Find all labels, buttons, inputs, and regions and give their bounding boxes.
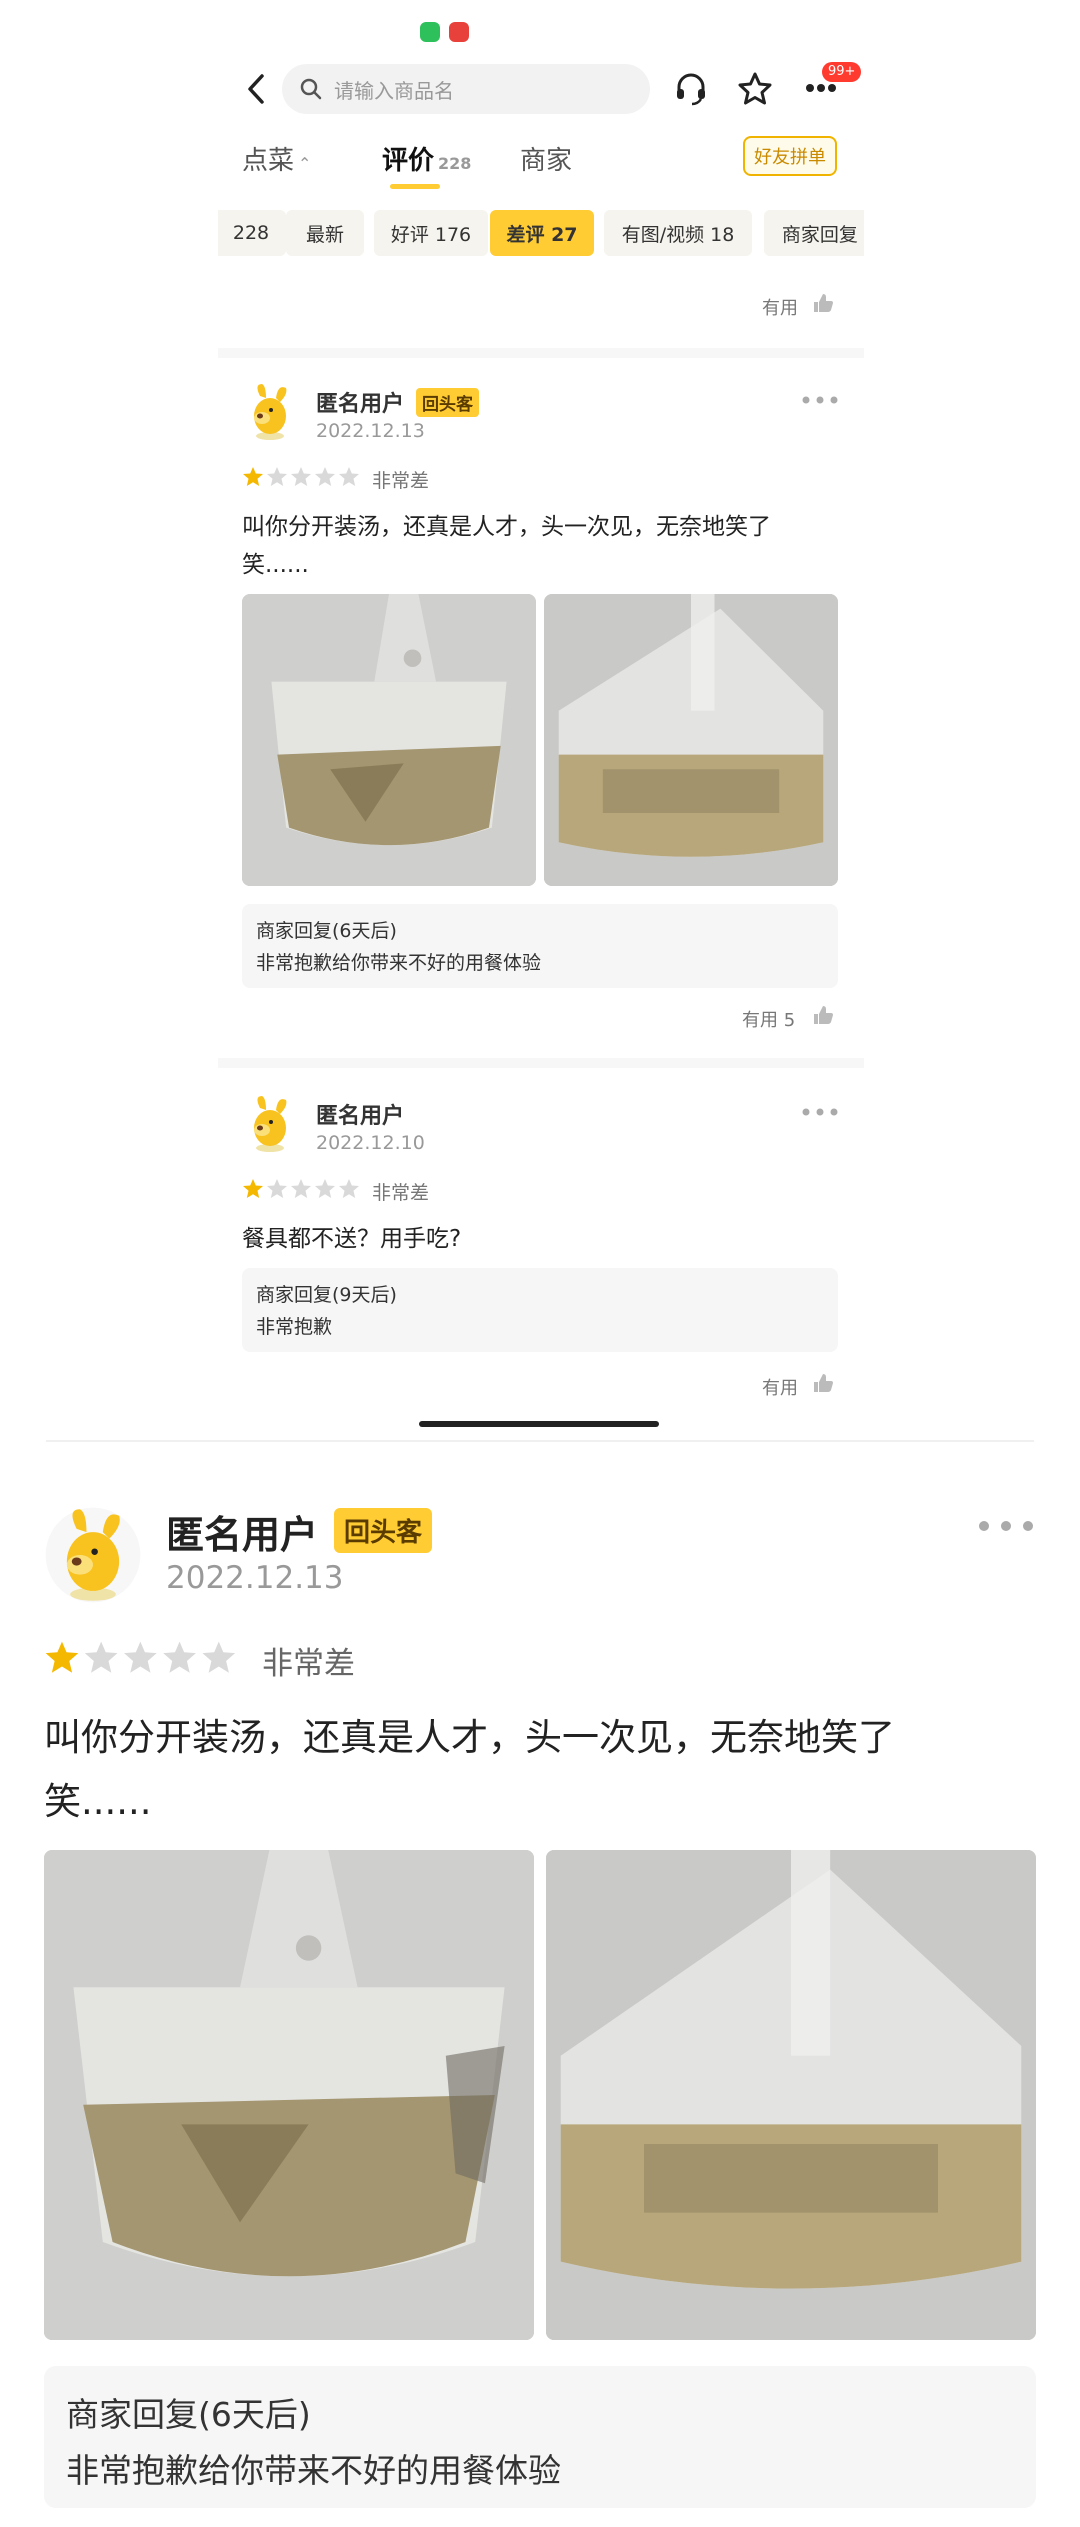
star-rating xyxy=(44,1640,240,1676)
reply-text: 非常抱歉给你带来不好的用餐体验 xyxy=(66,2451,561,2490)
review-more-icon[interactable] xyxy=(800,1104,840,1118)
review-text-line: 叫你分开装汤，还真是人才，头一次见，无奈地笑了 xyxy=(44,1716,895,1759)
avatar xyxy=(240,1094,300,1154)
star-empty-icon xyxy=(291,1179,311,1198)
star-empty-icon xyxy=(315,467,335,486)
review-photo[interactable] xyxy=(544,594,838,886)
thumbs-up-icon[interactable] xyxy=(812,1004,834,1026)
review-text: 餐具都不送？用手吃? xyxy=(242,1226,462,1252)
star-filled-icon xyxy=(243,1179,263,1198)
tab-label: 商家 xyxy=(520,146,573,176)
star-empty-icon xyxy=(339,467,359,486)
returning-customer-badge: 回头客 xyxy=(334,1508,433,1553)
star-rating xyxy=(242,1178,362,1200)
filter-chip-all[interactable]: 228 xyxy=(218,210,286,256)
wechat-icon xyxy=(420,22,440,42)
search-input[interactable]: 请输入商品名 xyxy=(282,64,650,114)
tab-label: 点菜 xyxy=(242,146,295,176)
notification-badge: 99+ xyxy=(822,62,862,82)
filter-chip-row: 228 最新 好评 176 差评 27 有图/视频 18 商家回复 2 xyxy=(218,200,864,266)
review-text: 叫你分开装汤，还真是人才，头一次见，无奈地笑了 笑...... xyxy=(242,508,802,584)
filter-chip-positive[interactable]: 好评 176 xyxy=(374,210,488,256)
review-photo[interactable] xyxy=(44,1850,534,2340)
star-empty-icon xyxy=(291,467,311,486)
filter-chip-merchant-reply[interactable]: 商家回复 2 xyxy=(764,210,864,256)
review-more-icon[interactable] xyxy=(976,1516,1036,1536)
thumbs-up-icon[interactable] xyxy=(812,1372,834,1394)
star-empty-icon xyxy=(124,1641,157,1673)
returning-customer-badge: 回头客 xyxy=(416,388,479,417)
rating-text: 非常差 xyxy=(262,1646,355,1682)
star-rating-icons xyxy=(243,1179,359,1198)
filter-chip-latest[interactable]: 最新 xyxy=(286,210,364,256)
star-empty-icon xyxy=(339,1179,359,1198)
rating-text: 非常差 xyxy=(372,470,430,492)
merchant-reply: 商家回复(6天后) 非常抱歉给你带来不好的用餐体验 xyxy=(242,904,838,988)
tab-merchant[interactable]: 商家 xyxy=(520,140,572,177)
reply-title: 商家回复(6天后) xyxy=(66,2395,311,2434)
reply-text: 非常抱歉 xyxy=(256,1316,333,1338)
review-date: 2022.12.13 xyxy=(166,1560,344,1596)
thumbs-up-icon[interactable] xyxy=(812,292,834,314)
weibo-icon xyxy=(449,22,469,42)
avatar xyxy=(240,382,300,442)
review-username: 匿名用户 xyxy=(316,392,405,417)
reply-title: 商家回复(6天后) xyxy=(256,920,397,942)
review-username: 匿名用户 xyxy=(316,1104,405,1129)
customer-service-icon[interactable] xyxy=(672,70,710,108)
review-date: 2022.12.13 xyxy=(316,420,425,442)
review-text-line: 笑...... xyxy=(242,552,309,578)
home-indicator[interactable] xyxy=(419,1421,659,1427)
useful-label: 有用 xyxy=(762,298,798,319)
review-text: 叫你分开装汤，还真是人才，头一次见，无奈地笑了 笑...... xyxy=(44,1706,1044,1834)
review-text-line: 叫你分开装汤，还真是人才，头一次见，无奈地笑了 xyxy=(242,514,771,540)
section-divider xyxy=(46,1440,1034,1442)
star-empty-icon xyxy=(267,1179,287,1198)
review-more-icon[interactable] xyxy=(800,392,840,406)
tab-reviews[interactable]: 评价 228 xyxy=(382,140,471,177)
filter-chip-negative[interactable]: 差评 27 xyxy=(490,210,594,256)
star-rating-icons xyxy=(45,1641,236,1673)
review-photo[interactable] xyxy=(546,1850,1036,2340)
search-placeholder: 请输入商品名 xyxy=(334,78,454,103)
tab-active-indicator xyxy=(390,184,440,189)
tab-count: 228 xyxy=(438,154,472,173)
star-empty-icon xyxy=(84,1641,118,1673)
star-favorite-icon[interactable] xyxy=(736,70,774,108)
back-icon[interactable] xyxy=(244,72,270,106)
avatar xyxy=(44,1506,142,1604)
filter-chip-with-media[interactable]: 有图/视频 18 xyxy=(604,210,752,256)
tab-label: 评价 xyxy=(382,146,435,176)
search-icon xyxy=(300,78,322,100)
merchant-reply: 商家回复(6天后) 非常抱歉给你带来不好的用餐体验 xyxy=(44,2366,1036,2508)
review-photo[interactable] xyxy=(242,594,536,886)
review-separator xyxy=(218,1058,864,1068)
review-text-line: 笑...... xyxy=(44,1780,152,1823)
tab-dishes[interactable]: 点菜 ⌃ xyxy=(242,140,311,177)
review-separator xyxy=(218,348,864,358)
rating-text: 非常差 xyxy=(372,1182,430,1204)
friend-group-order-button[interactable]: 好友拼单 xyxy=(743,136,837,176)
useful-label: 有用 5 xyxy=(742,1010,796,1031)
star-filled-icon xyxy=(243,467,263,486)
useful-label: 有用 xyxy=(762,1378,798,1399)
star-empty-icon xyxy=(315,1179,335,1198)
star-rating-icons xyxy=(243,467,359,486)
review-username: 匿名用户 xyxy=(166,1513,319,1557)
star-empty-icon xyxy=(267,467,287,486)
tab-sub-icon: ⌃ xyxy=(298,154,312,173)
merchant-reply: 商家回复(9天后) 非常抱歉 xyxy=(242,1268,838,1352)
star-empty-icon xyxy=(163,1641,196,1673)
star-rating xyxy=(242,466,362,488)
review-date: 2022.12.10 xyxy=(316,1132,425,1154)
reply-text: 非常抱歉给你带来不好的用餐体验 xyxy=(256,952,542,974)
star-filled-icon xyxy=(45,1641,79,1673)
star-empty-icon xyxy=(202,1641,236,1673)
reply-title: 商家回复(9天后) xyxy=(256,1284,397,1306)
